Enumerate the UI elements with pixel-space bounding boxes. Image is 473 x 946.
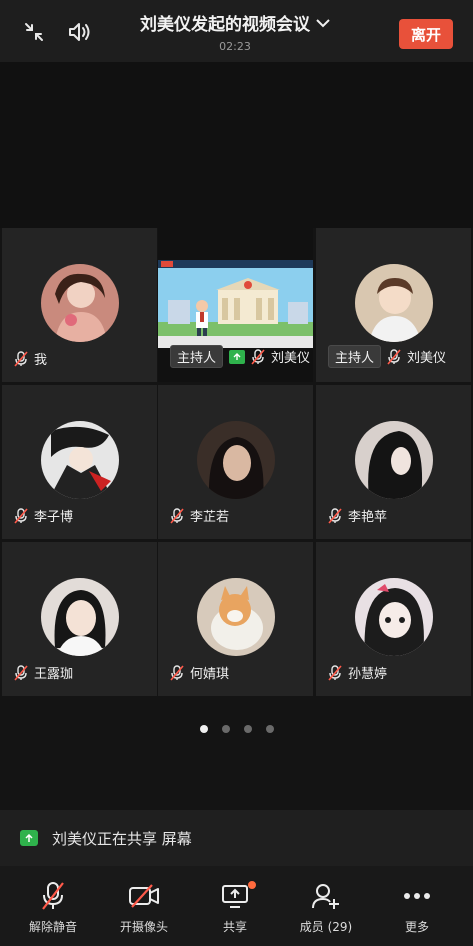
share-label: 共享: [222, 920, 247, 934]
page-dot-active[interactable]: [199, 725, 208, 733]
participant-tile[interactable]: 主持人 刘美仪: [316, 228, 471, 382]
meeting-title-area[interactable]: 刘美仪发起的视频会议 02:23: [120, 10, 350, 53]
participant-name: 我: [34, 353, 48, 368]
members-button[interactable]: 成员 (29): [281, 880, 371, 935]
participant-tile[interactable]: 孙慧婷: [316, 542, 471, 696]
participant-name: 何婧琪: [190, 667, 230, 682]
meeting-timer: 02:23: [219, 40, 251, 53]
participant-tile-sharing[interactable]: 主持人 刘美仪: [158, 228, 313, 382]
participant-tile[interactable]: 李芷若: [158, 385, 313, 539]
avatar: [40, 421, 119, 499]
unmute-button[interactable]: 解除静音: [8, 880, 98, 935]
leave-button[interactable]: 离开: [399, 19, 453, 49]
host-badge: 主持人: [170, 345, 224, 368]
members-label: 成员 (29): [299, 920, 353, 934]
page-dot[interactable]: [243, 725, 252, 733]
avatar: [196, 421, 275, 499]
screen-share-icon: [229, 349, 246, 364]
screen-share-icon: [222, 885, 248, 908]
collapse-icon[interactable]: [20, 18, 48, 46]
mic-muted-icon: [387, 348, 401, 365]
participant-name: 李艳苹: [348, 510, 388, 525]
shared-screen-preview: [158, 260, 313, 348]
more-button[interactable]: 更多: [372, 880, 462, 935]
mic-muted-icon: [328, 507, 342, 524]
avatar: [196, 578, 275, 656]
unmute-label: 解除静音: [28, 920, 77, 934]
camera-button[interactable]: 开摄像头: [99, 880, 189, 935]
participant-tile[interactable]: 何婧琪: [158, 542, 313, 696]
avatar: [40, 264, 119, 342]
screen-share-banner[interactable]: 刘美仪正在共享 屏幕: [0, 810, 473, 866]
page-dot[interactable]: [221, 725, 230, 733]
mic-muted-icon: [251, 348, 265, 365]
participant-tile[interactable]: 李艳苹: [316, 385, 471, 539]
meeting-header: 刘美仪发起的视频会议 02:23 离开: [0, 0, 473, 62]
mic-muted-icon: [170, 664, 184, 681]
screen-share-icon: [20, 830, 38, 846]
more-icon: [404, 893, 430, 899]
participant-tile[interactable]: 王露珈: [2, 542, 157, 696]
mic-muted-icon: [328, 664, 342, 681]
chevron-down-icon: [316, 18, 330, 27]
bottom-toolbar: 解除静音 开摄像头 共享 成员 (29) 更多: [0, 866, 473, 946]
share-button[interactable]: 共享: [190, 880, 280, 935]
participant-name: 刘美仪: [407, 351, 447, 366]
mic-muted-icon: [14, 664, 28, 681]
participant-name: 李芷若: [190, 510, 230, 525]
meeting-title: 刘美仪发起的视频会议: [140, 15, 310, 35]
participant-name: 王露珈: [34, 667, 74, 682]
share-banner-text: 刘美仪正在共享 屏幕: [52, 829, 192, 848]
camera-off-icon: [129, 884, 159, 908]
participant-tile[interactable]: 李子博: [2, 385, 157, 539]
avatar: [354, 264, 433, 342]
participant-name: 李子博: [34, 510, 74, 525]
mic-muted-icon: [14, 350, 28, 367]
more-label: 更多: [404, 920, 429, 934]
video-stage: [0, 62, 473, 228]
avatar: [354, 578, 433, 656]
page-dot[interactable]: [265, 725, 274, 733]
participant-name: 孙慧婷: [348, 667, 388, 682]
mic-muted-icon: [14, 507, 28, 524]
speaker-icon[interactable]: [66, 18, 94, 46]
mic-muted-icon: [42, 882, 64, 910]
add-member-icon: [312, 884, 339, 909]
avatar: [354, 421, 433, 499]
camera-label: 开摄像头: [119, 920, 168, 934]
avatar: [40, 578, 119, 656]
page-indicator: [0, 725, 473, 733]
host-badge: 主持人: [328, 345, 382, 368]
participant-name: 刘美仪: [271, 351, 311, 366]
notification-dot: [248, 881, 256, 889]
participant-tile[interactable]: 我: [2, 228, 157, 382]
mic-muted-icon: [170, 507, 184, 524]
